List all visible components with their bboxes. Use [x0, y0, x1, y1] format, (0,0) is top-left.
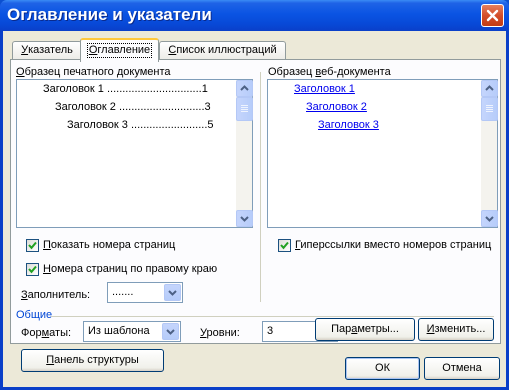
scroll-thumb[interactable] — [236, 97, 253, 121]
web-preview-box[interactable]: Заголовок 1 Заголовок 2 Заголовок 3 — [267, 79, 498, 228]
tab-figures-label: писок иллюстраций — [176, 44, 277, 56]
levels-value: 3 — [267, 325, 274, 337]
show-page-numbers-label[interactable]: Показать номера страниц — [43, 239, 175, 251]
leader-select-value: ....... — [112, 286, 134, 298]
web-preview-scrollbar[interactable] — [481, 80, 498, 227]
toc-tab-panel: Образец печатного документа Заголовок 1 … — [10, 59, 501, 372]
checkmark-icon — [28, 241, 37, 250]
web-preview-link-3[interactable]: Заголовок 3 — [318, 119, 379, 131]
scroll-up-button[interactable] — [481, 80, 498, 97]
tab-toc[interactable]: Оглавление — [80, 38, 159, 62]
leader-select[interactable]: ....... — [107, 282, 183, 303]
close-button[interactable] — [481, 4, 504, 27]
scroll-up-button[interactable] — [236, 80, 253, 97]
print-preview-box[interactable]: Заголовок 1 ............................… — [16, 79, 253, 228]
checkmark-icon — [28, 265, 37, 274]
parameters-button[interactable]: Параметры... — [315, 318, 415, 341]
scroll-thumb[interactable] — [481, 97, 498, 121]
column-divider — [260, 72, 261, 302]
close-icon — [486, 9, 499, 22]
print-preview-line-1: Заголовок 1 ............................… — [43, 83, 208, 95]
window-title: Оглавление и указатели — [7, 5, 212, 24]
print-preview-scrollbar[interactable] — [236, 80, 253, 227]
general-section-divider — [51, 316, 494, 317]
right-align-label[interactable]: Номера страниц по правому краю — [43, 263, 217, 275]
ok-button[interactable]: ОК — [345, 357, 420, 380]
chevron-down-icon — [166, 329, 175, 335]
general-section-title: Общие — [16, 309, 53, 321]
modify-button[interactable]: Изменить... — [418, 318, 494, 341]
hyperlinks-label[interactable]: Гиперссылки вместо номеров страниц — [295, 239, 491, 251]
dialog-window: Оглавление и указатели Указатель Оглавле… — [0, 0, 509, 390]
cancel-button[interactable]: Отмена — [424, 357, 500, 380]
chevron-down-icon — [485, 216, 494, 222]
hyperlinks-checkbox[interactable] — [278, 239, 291, 252]
tab-index-accel: У — [21, 44, 29, 56]
web-preview-link-2[interactable]: Заголовок 2 — [306, 101, 367, 113]
scroll-down-button[interactable] — [236, 210, 253, 227]
checkmark-icon — [280, 241, 289, 250]
formats-label: Форматы: — [21, 327, 72, 339]
tab-toc-label: главление — [97, 44, 151, 56]
chevron-down-icon — [240, 216, 249, 222]
print-preview-label: Образец печатного документа — [16, 66, 171, 78]
leader-label: Заполнитель: — [21, 289, 91, 301]
chevron-up-icon — [240, 85, 249, 91]
tab-figures[interactable]: Список иллюстраций — [159, 41, 286, 60]
tab-index[interactable]: Указатель — [12, 41, 82, 60]
tab-figures-accel: С — [168, 44, 177, 56]
tab-toc-accel: О — [88, 44, 98, 56]
title-bar[interactable]: Оглавление и указатели — [0, 0, 509, 31]
web-preview-link-1[interactable]: Заголовок 1 — [294, 83, 355, 95]
tab-index-label: казатель — [28, 44, 73, 56]
right-align-checkbox[interactable] — [26, 263, 39, 276]
chevron-down-icon — [168, 290, 177, 296]
web-preview-label: Образец веб-документа — [268, 66, 391, 78]
levels-label: Уровни: — [200, 327, 240, 339]
outline-toolbar-button[interactable]: Панель структуры — [21, 349, 164, 372]
print-preview-line-3: Заголовок 3 .........................5 — [67, 119, 214, 131]
print-preview-line-2: Заголовок 2 ............................… — [55, 101, 211, 113]
chevron-up-icon — [485, 85, 494, 91]
show-page-numbers-checkbox[interactable] — [26, 239, 39, 252]
scroll-down-button[interactable] — [481, 210, 498, 227]
formats-select[interactable]: Из шаблона — [83, 321, 181, 342]
formats-dropdown-button[interactable] — [162, 323, 179, 340]
formats-select-value: Из шаблона — [88, 325, 150, 337]
dialog-client-area: Указатель Оглавление Список иллюстраций … — [3, 31, 506, 387]
leader-dropdown-button[interactable] — [164, 284, 181, 301]
